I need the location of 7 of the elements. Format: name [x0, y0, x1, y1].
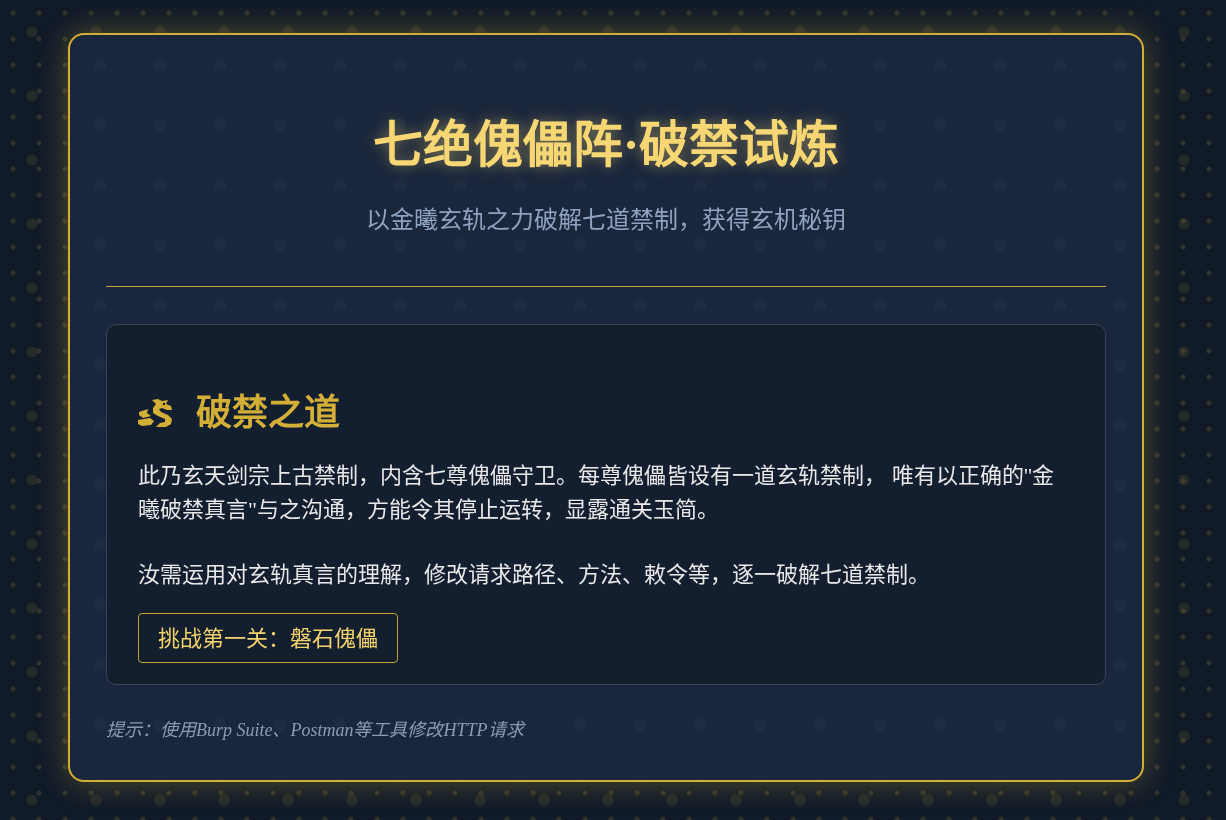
section-heading: 破禁之道 [196, 392, 340, 435]
section-paragraph: 此乃玄天剑宗上古禁制，内含七尊傀儡守卫。每尊傀儡皆设有一道玄轨禁制， 唯有以正确的"金曦破禁真言"与之沟通，方能令其停止运转，显露通关玉简。 [138, 462, 1056, 524]
hint-text: 提示：使用Burp Suite、Postman等工具修改HTTP请求 [106, 719, 527, 742]
page-subtitle: 以金曦玄轨之力破解七道禁制，获得玄机秘钥 [366, 206, 846, 235]
section-paragraph: 汝需运用对玄轨真言的理解，修改请求路径、方法、敕令等，逐一破解七道禁制。 [138, 561, 931, 589]
challenge-button[interactable]: 挑战第一关：磐石傀儡 [138, 613, 398, 663]
page-title: 七绝傀儡阵·破禁试炼 [372, 116, 840, 175]
